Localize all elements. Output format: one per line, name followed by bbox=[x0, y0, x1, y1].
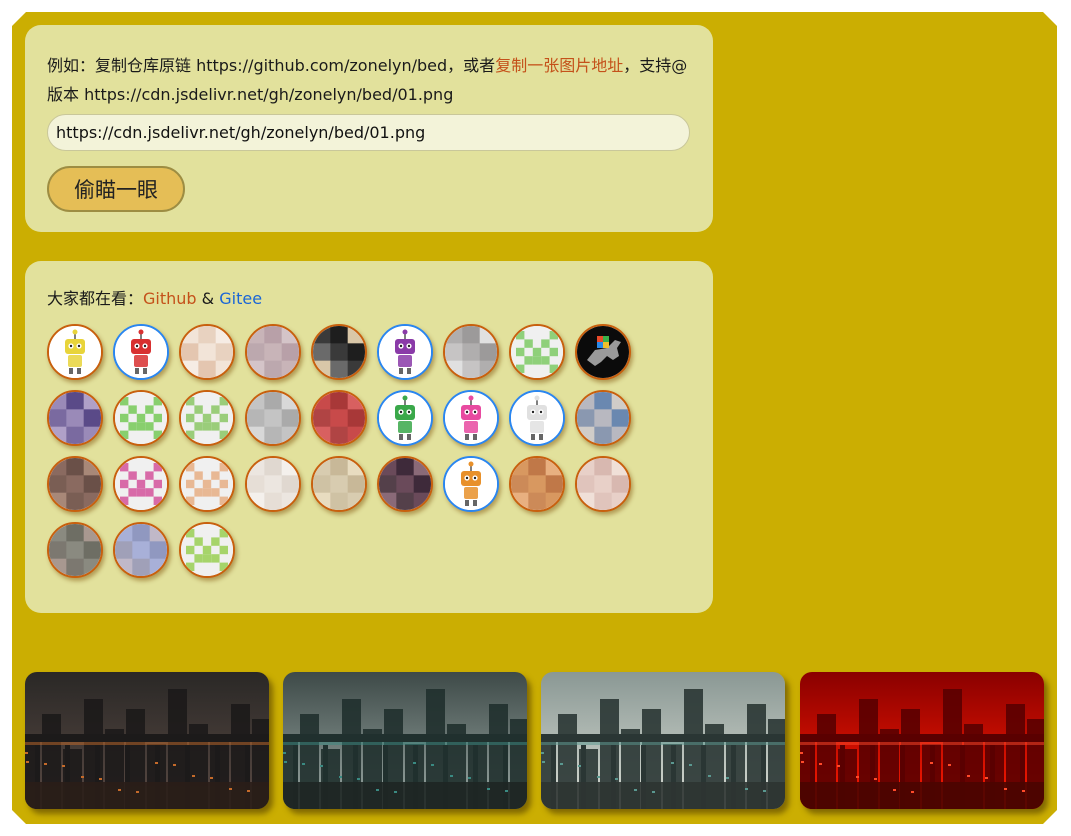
avatar[interactable] bbox=[443, 456, 499, 512]
avatar[interactable] bbox=[575, 456, 631, 512]
url-input[interactable] bbox=[47, 114, 690, 151]
avatar[interactable] bbox=[509, 324, 565, 380]
peek-button[interactable]: 偷瞄一眼 bbox=[47, 166, 185, 212]
avatar[interactable] bbox=[377, 456, 433, 512]
avatar[interactable] bbox=[509, 456, 565, 512]
avatar[interactable] bbox=[377, 324, 433, 380]
intro-text: 例如：复制仓库原链 https://github.com/zonelyn/bed… bbox=[47, 51, 697, 109]
copy-image-link[interactable]: 复制一张图片地址 bbox=[495, 56, 623, 75]
avatar[interactable] bbox=[179, 522, 235, 578]
avatar[interactable] bbox=[113, 390, 169, 446]
avatar[interactable] bbox=[47, 456, 103, 512]
avatar[interactable] bbox=[377, 390, 433, 446]
avatar[interactable] bbox=[47, 522, 103, 578]
gitee-link[interactable]: Gitee bbox=[219, 289, 262, 308]
avatar[interactable] bbox=[179, 324, 235, 380]
avatar[interactable] bbox=[245, 456, 301, 512]
watching-card: 大家都在看：Github & Gitee bbox=[25, 261, 713, 613]
watching-label: 大家都在看： bbox=[47, 289, 144, 308]
avatar[interactable] bbox=[575, 390, 631, 446]
amp-text: & bbox=[196, 289, 220, 308]
thumbnail-city-teal-overpass[interactable] bbox=[283, 672, 527, 809]
avatar[interactable] bbox=[113, 522, 169, 578]
thumbnail-city-night-bridge[interactable] bbox=[25, 672, 269, 809]
avatar[interactable] bbox=[575, 324, 631, 380]
avatar[interactable] bbox=[311, 390, 367, 446]
avatar[interactable] bbox=[443, 390, 499, 446]
avatar[interactable] bbox=[179, 390, 235, 446]
intro-prefix: 例如：复制仓库原链 https://github.com/zonelyn/bed… bbox=[47, 56, 496, 75]
avatar[interactable] bbox=[311, 324, 367, 380]
avatar[interactable] bbox=[47, 390, 103, 446]
thumbnail-strip bbox=[25, 672, 1045, 809]
avatar[interactable] bbox=[113, 324, 169, 380]
watching-line: 大家都在看：Github & Gitee bbox=[47, 288, 691, 310]
avatar[interactable] bbox=[113, 456, 169, 512]
avatar-grid bbox=[47, 324, 691, 578]
url-card: 例如：复制仓库原链 https://github.com/zonelyn/bed… bbox=[25, 25, 713, 232]
avatar[interactable] bbox=[509, 390, 565, 446]
avatar[interactable] bbox=[443, 324, 499, 380]
avatar[interactable] bbox=[47, 324, 103, 380]
avatar[interactable] bbox=[245, 324, 301, 380]
avatar[interactable] bbox=[311, 456, 367, 512]
thumbnail-city-daylight-street[interactable] bbox=[541, 672, 785, 809]
avatar[interactable] bbox=[245, 390, 301, 446]
avatar[interactable] bbox=[179, 456, 235, 512]
github-link[interactable]: Github bbox=[143, 289, 197, 308]
thumbnail-city-red-tint[interactable] bbox=[800, 672, 1044, 809]
